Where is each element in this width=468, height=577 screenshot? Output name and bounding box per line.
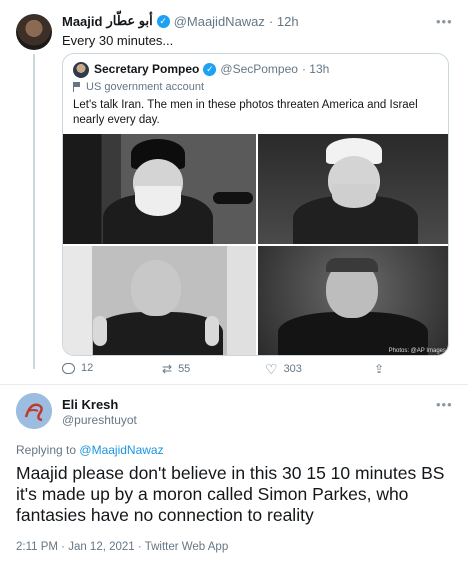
replying-to-link[interactable]: @MaajidNawaz — [79, 443, 163, 457]
maajid-avatar[interactable] — [16, 14, 52, 50]
divider — [0, 384, 468, 385]
retweet-count: 55 — [178, 363, 191, 375]
heart-icon: ♡ — [265, 361, 278, 377]
photo-4[interactable]: Photos: @AP Images — [257, 246, 448, 355]
replying-prefix: Replying to — [16, 443, 77, 457]
retweet-icon: ⇄ — [162, 362, 173, 376]
photo-1[interactable] — [63, 134, 256, 244]
tweet2-timestamp[interactable]: 2:11 PM · Jan 12, 2021 · Twitter Web App — [16, 541, 228, 553]
quoted-time: · 13h — [301, 62, 330, 76]
reply-icon — [62, 362, 75, 374]
thread-line — [33, 54, 35, 369]
retweet-action[interactable]: ⇄ 55 — [162, 362, 190, 376]
gov-account-label: US government account — [73, 81, 204, 93]
quoted-name: Secretary Pompeo — [94, 62, 200, 76]
quoted-tweet-card[interactable]: Secretary Pompeo ✓ @SecPompeo · 13h US g… — [62, 53, 449, 356]
tweet1-header: Maajid أبو عطّار ✓ @MaajidNawaz · 12h — [62, 13, 299, 29]
tweet2-more-icon[interactable]: ••• — [436, 397, 453, 412]
photo-credit: Photos: @AP Images — [388, 348, 446, 354]
photo-grid: Photos: @AP Images — [63, 134, 448, 355]
tweet1-actions: 12 ⇄ 55 ♡ 303 ⇪ — [62, 362, 402, 378]
gov-account-text: US government account — [86, 81, 205, 93]
reply-action[interactable]: 12 — [62, 362, 93, 374]
flag-icon — [73, 82, 81, 92]
reply-count: 12 — [81, 362, 94, 374]
quoted-tweet-header: Secretary Pompeo ✓ @SecPompeo · 13h — [94, 62, 329, 76]
tweet1-time[interactable]: · 12h — [269, 14, 299, 29]
pompeo-avatar — [73, 62, 89, 78]
share-action[interactable]: ⇪ — [374, 362, 384, 376]
tweet1-handle[interactable]: @MaajidNawaz — [174, 14, 265, 29]
tweet2-text: Maajid please don't believe in this 30 1… — [16, 463, 445, 525]
photo-3[interactable] — [63, 246, 256, 355]
quoted-handle: @SecPompeo — [220, 62, 298, 76]
tweet1-text: Every 30 minutes... — [62, 33, 174, 48]
replying-to: Replying to @MaajidNawaz — [16, 443, 164, 457]
like-action[interactable]: ♡ 303 — [265, 362, 302, 376]
quoted-text: Let's talk Iran. The men in these photos… — [73, 99, 418, 126]
like-count: 303 — [283, 363, 302, 375]
tweet1-more-icon[interactable]: ••• — [436, 14, 453, 29]
tweet2-name[interactable]: Eli Kresh — [62, 397, 118, 412]
photo-2[interactable] — [257, 134, 448, 244]
tweet2-handle[interactable]: @pureshtuyot — [62, 413, 137, 427]
verified-icon: ✓ — [156, 14, 170, 28]
tweet1-name-arabic[interactable]: أبو عطّار — [106, 13, 152, 29]
verified-icon: ✓ — [203, 62, 217, 76]
tweet1-name[interactable]: Maajid — [62, 14, 102, 29]
eli-avatar[interactable] — [16, 393, 52, 429]
share-icon: ⇪ — [374, 362, 385, 376]
